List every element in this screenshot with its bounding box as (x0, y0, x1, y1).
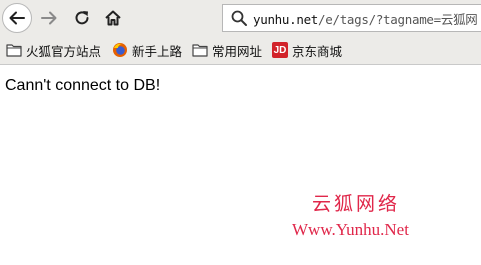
navigation-toolbar: yunhu.net/e/tags/?tagname=云狐网 (0, 0, 481, 36)
forward-button[interactable] (36, 5, 62, 31)
back-button[interactable] (2, 3, 32, 33)
folder-icon (192, 42, 208, 58)
bookmark-label: 火狐官方站点 (26, 43, 102, 59)
jd-icon: JD (272, 42, 288, 58)
bookmark-firefox-official[interactable]: 火狐官方站点 (6, 40, 101, 60)
folder-icon (6, 42, 22, 58)
url-host: yunhu.net (253, 11, 319, 27)
firefox-icon (112, 42, 128, 58)
url-text: yunhu.net/e/tags/?tagname=云狐网 (253, 9, 478, 28)
home-icon (105, 10, 121, 26)
bookmark-common-urls[interactable]: 常用网址 (192, 40, 262, 60)
forward-arrow-icon (41, 11, 57, 25)
page-content: Cann't connect to DB! 云狐网络 Www.Yunhu.Net (0, 65, 481, 265)
back-arrow-icon (9, 11, 25, 25)
home-button[interactable] (101, 6, 125, 30)
watermark-english: Www.Yunhu.Net (292, 220, 409, 239)
url-path: /e/tags/?tagname=云狐网 (318, 11, 478, 27)
watermark-chinese: 云狐网络 (312, 193, 401, 215)
bookmarks-toolbar: 火狐官方站点 新手上路 常用网址 JD 京东商城 (0, 36, 481, 65)
error-message: Cann't connect to DB! (5, 77, 161, 94)
bookmark-jd-mall[interactable]: JD 京东商城 (272, 40, 342, 60)
reload-button[interactable] (70, 6, 94, 30)
bookmark-label: 新手上路 (132, 43, 183, 59)
browser-window: yunhu.net/e/tags/?tagname=云狐网 火狐官方站点 新手上… (0, 0, 481, 265)
bookmark-label: 京东商城 (292, 43, 343, 59)
reload-icon (75, 11, 89, 25)
url-bar[interactable]: yunhu.net/e/tags/?tagname=云狐网 (222, 4, 481, 32)
bookmark-getting-started[interactable]: 新手上路 (112, 40, 182, 60)
bookmark-label: 常用网址 (212, 43, 263, 59)
search-icon (229, 8, 249, 28)
